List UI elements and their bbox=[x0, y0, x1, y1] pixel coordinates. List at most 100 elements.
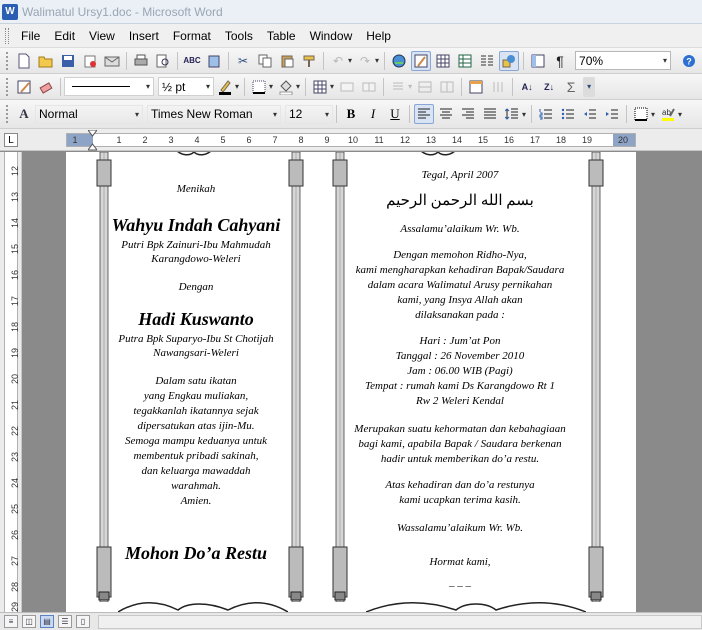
align-center-icon[interactable] bbox=[436, 104, 456, 124]
merge-cells-icon[interactable] bbox=[337, 77, 357, 97]
toolbar-options-icon[interactable]: ▾ bbox=[583, 76, 596, 97]
line-spacing-icon[interactable] bbox=[502, 104, 522, 124]
bullets-icon[interactable] bbox=[558, 104, 578, 124]
toolbar-grip[interactable] bbox=[6, 77, 9, 96]
word-app-icon[interactable]: W bbox=[2, 3, 18, 20]
columns-icon[interactable] bbox=[477, 51, 497, 71]
draw-table-icon[interactable] bbox=[14, 77, 34, 97]
spelling-icon[interactable]: ABC bbox=[182, 51, 202, 71]
borders-icon[interactable] bbox=[249, 77, 269, 97]
line-style-combo[interactable]: ▾ bbox=[64, 77, 154, 96]
line-weight-combo[interactable]: ½ pt ▾ bbox=[158, 77, 214, 96]
web-layout-icon[interactable]: ◫ bbox=[22, 615, 36, 628]
horizontal-scrollbar[interactable] bbox=[98, 614, 702, 629]
outside-border-dropdown-icon[interactable]: ▾ bbox=[651, 110, 655, 119]
open-icon[interactable] bbox=[36, 51, 56, 71]
new-icon[interactable] bbox=[14, 51, 34, 71]
menu-window[interactable]: Window bbox=[303, 27, 360, 45]
menu-view[interactable]: View bbox=[82, 27, 122, 45]
border-color-dropdown-icon[interactable]: ▾ bbox=[235, 82, 239, 91]
redo-icon[interactable]: ↷ bbox=[355, 51, 375, 71]
font-dropdown-icon[interactable]: ▾ bbox=[273, 110, 277, 119]
shading-dropdown-icon[interactable]: ▾ bbox=[296, 82, 300, 91]
tables-borders-icon[interactable] bbox=[411, 50, 432, 71]
menu-grip[interactable] bbox=[5, 27, 9, 44]
paste-icon[interactable] bbox=[277, 51, 297, 71]
sort-descending-icon[interactable]: Z↓ bbox=[539, 77, 559, 97]
copy-icon[interactable] bbox=[255, 51, 275, 71]
bold-button[interactable]: B bbox=[341, 104, 361, 124]
document-area[interactable]: Menikah Wahyu Indah Cahyani Putri Bpk Za… bbox=[22, 152, 702, 612]
styles-formatting-icon[interactable]: A bbox=[14, 104, 34, 124]
numbering-icon[interactable] bbox=[536, 104, 556, 124]
line-style-dropdown-icon[interactable]: ▾ bbox=[146, 82, 150, 91]
line-weight-dropdown-icon[interactable]: ▾ bbox=[206, 82, 210, 91]
style-dropdown-icon[interactable]: ▾ bbox=[135, 110, 139, 119]
redo-dropdown-icon[interactable]: ▾ bbox=[375, 56, 379, 65]
distribute-rows-icon[interactable] bbox=[415, 77, 435, 97]
toolbar-grip[interactable] bbox=[6, 51, 9, 70]
tab-selector-icon[interactable]: L bbox=[4, 133, 18, 147]
menu-edit[interactable]: Edit bbox=[47, 27, 82, 45]
document-page[interactable]: Menikah Wahyu Indah Cahyani Putri Bpk Za… bbox=[66, 152, 636, 612]
change-text-direction-icon[interactable] bbox=[488, 77, 508, 97]
zoom-combo[interactable]: 70% ▾ bbox=[575, 51, 672, 70]
highlight-icon[interactable]: ab bbox=[658, 104, 678, 124]
align-right-icon[interactable] bbox=[458, 104, 478, 124]
split-cells-icon[interactable] bbox=[359, 77, 379, 97]
menu-help[interactable]: Help bbox=[359, 27, 398, 45]
print-icon[interactable] bbox=[131, 51, 151, 71]
drawing-icon[interactable] bbox=[499, 50, 520, 71]
borders-dropdown-icon[interactable]: ▾ bbox=[269, 82, 273, 91]
help-icon[interactable]: ? bbox=[679, 51, 699, 71]
menu-insert[interactable]: Insert bbox=[122, 27, 166, 45]
vertical-ruler-scale[interactable]: 12 13 14 15 16 17 18 19 20 21 22 23 24 2… bbox=[4, 152, 20, 612]
underline-button[interactable]: U bbox=[385, 104, 405, 124]
toolbar-grip[interactable] bbox=[6, 105, 9, 123]
insert-table-icon[interactable] bbox=[433, 51, 453, 71]
menu-format[interactable]: Format bbox=[166, 27, 218, 45]
reading-layout-icon[interactable]: ▯ bbox=[76, 615, 90, 628]
justify-icon[interactable] bbox=[480, 104, 500, 124]
permission-icon[interactable] bbox=[80, 51, 100, 71]
align-left-icon[interactable] bbox=[414, 104, 434, 124]
font-size-combo[interactable]: 12 ▾ bbox=[285, 104, 333, 124]
undo-icon[interactable]: ↶ bbox=[328, 51, 348, 71]
print-layout-icon[interactable]: ▤ bbox=[40, 615, 54, 628]
show-hide-icon[interactable]: ¶ bbox=[550, 51, 570, 71]
outline-view-icon[interactable]: ☰ bbox=[58, 615, 72, 628]
save-icon[interactable] bbox=[58, 51, 78, 71]
normal-view-icon[interactable]: ≡ bbox=[4, 615, 18, 628]
shading-color-icon[interactable] bbox=[276, 77, 296, 97]
insert-excel-icon[interactable] bbox=[455, 51, 475, 71]
format-painter-icon[interactable] bbox=[299, 51, 319, 71]
font-combo[interactable]: Times New Roman ▾ bbox=[147, 104, 281, 124]
cut-icon[interactable]: ✂ bbox=[233, 51, 253, 71]
hyperlink-icon[interactable] bbox=[389, 51, 409, 71]
eraser-icon[interactable] bbox=[36, 77, 56, 97]
font-size-dropdown-icon[interactable]: ▾ bbox=[325, 110, 329, 119]
menu-tools[interactable]: Tools bbox=[218, 27, 260, 45]
print-preview-icon[interactable] bbox=[153, 51, 173, 71]
sort-ascending-icon[interactable]: A↓ bbox=[517, 77, 537, 97]
ruler-scale[interactable]: 1 1 2 3 4 5 6 7 8 9 10 11 12 13 14 15 16… bbox=[66, 133, 636, 147]
table-autoformat-icon[interactable] bbox=[466, 77, 486, 97]
autosum-icon[interactable]: Σ bbox=[561, 77, 581, 97]
highlight-dropdown-icon[interactable]: ▾ bbox=[678, 110, 682, 119]
indent-marker-icon[interactable] bbox=[88, 130, 97, 152]
menu-file[interactable]: File bbox=[14, 27, 47, 45]
line-spacing-dropdown-icon[interactable]: ▾ bbox=[522, 110, 526, 119]
zoom-dropdown-icon[interactable]: ▾ bbox=[663, 56, 667, 65]
style-combo[interactable]: Normal ▾ bbox=[35, 104, 143, 124]
menu-table[interactable]: Table bbox=[260, 27, 303, 45]
distribute-columns-icon[interactable] bbox=[437, 77, 457, 97]
italic-button[interactable]: I bbox=[363, 104, 383, 124]
border-color-icon[interactable] bbox=[215, 77, 235, 97]
insert-table-grid-icon[interactable] bbox=[310, 77, 330, 97]
align-cell-icon[interactable] bbox=[388, 77, 408, 97]
insert-table-dropdown-icon[interactable]: ▾ bbox=[330, 82, 334, 91]
outside-border-icon[interactable] bbox=[631, 104, 651, 124]
increase-indent-icon[interactable] bbox=[602, 104, 622, 124]
research-icon[interactable] bbox=[204, 51, 224, 71]
align-cell-dropdown-icon[interactable]: ▾ bbox=[408, 82, 412, 91]
